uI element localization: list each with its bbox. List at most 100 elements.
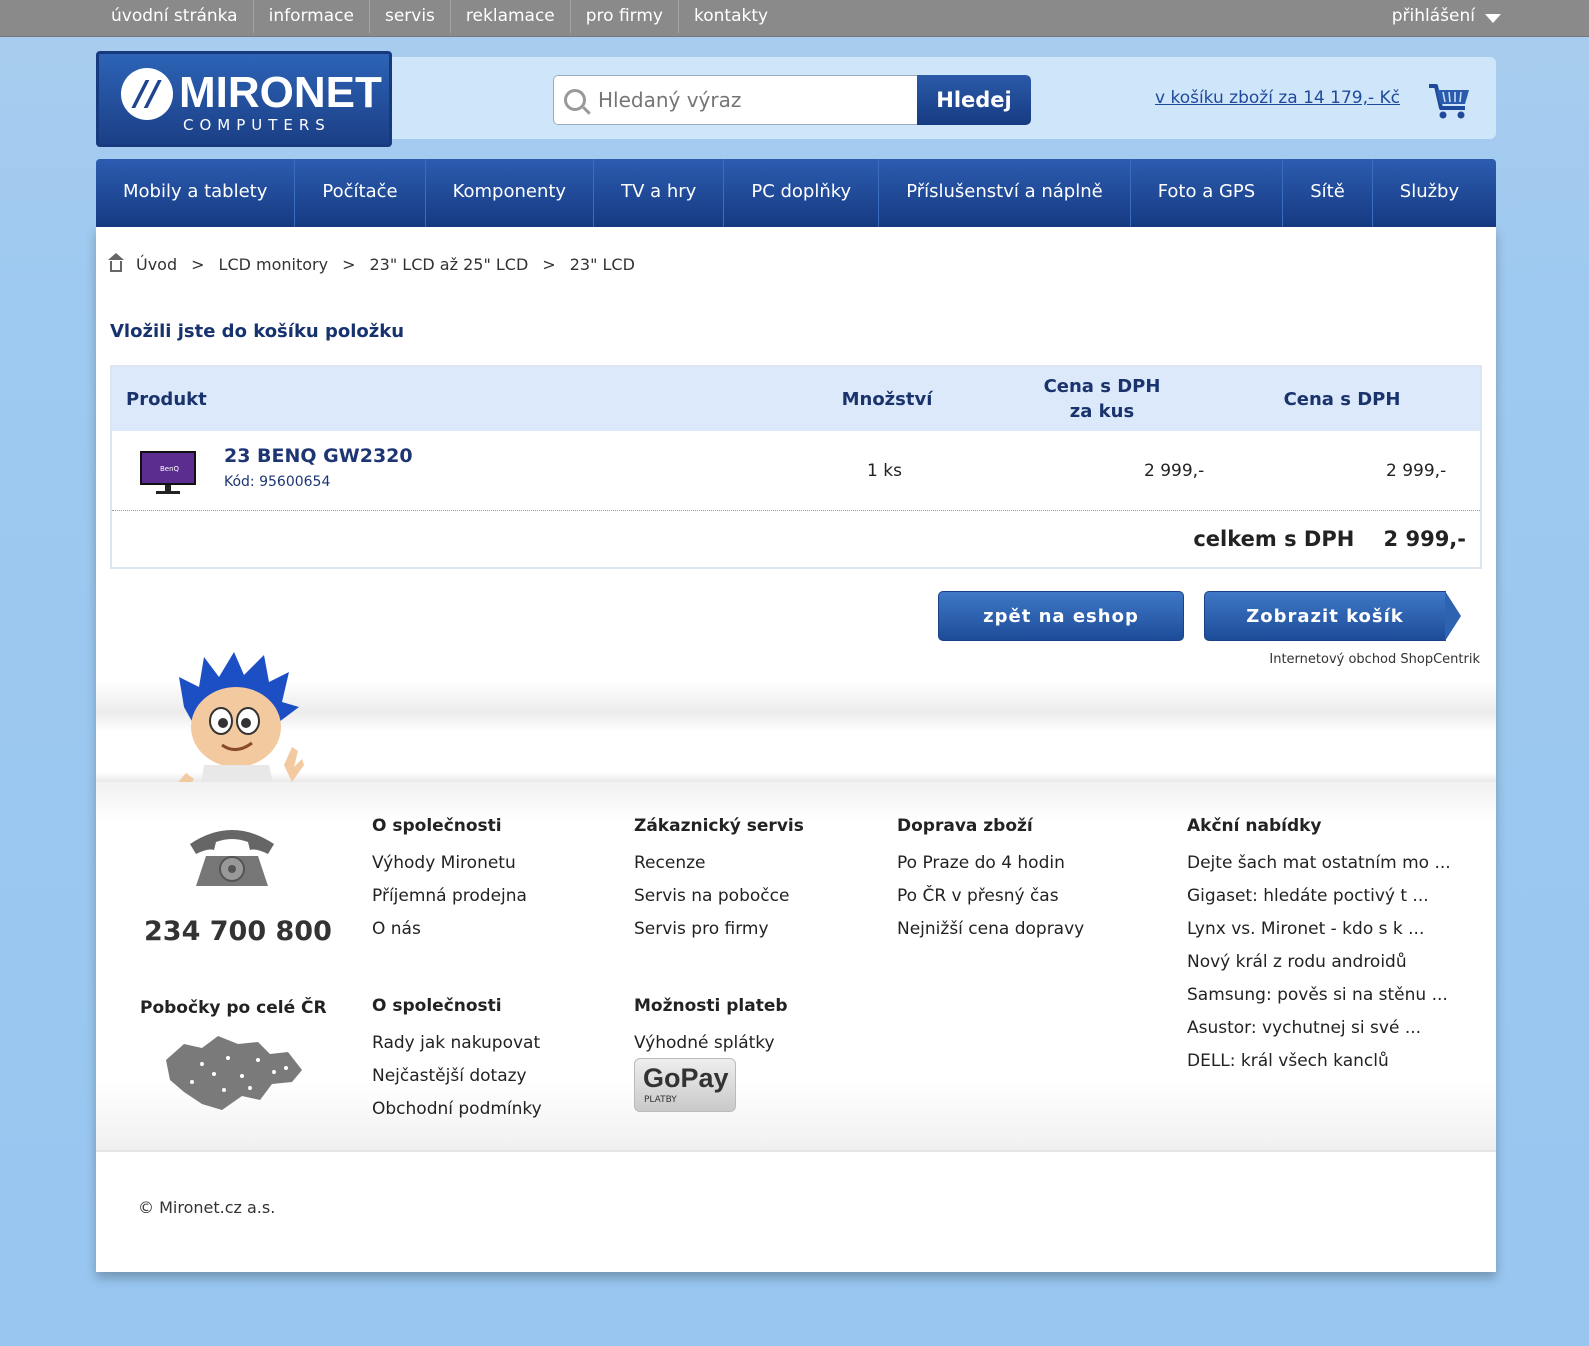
footer-col-offers: Akční nabídky Dejte šach mat ostatním mo… [1187,814,1451,1078]
added-to-cart-title: Vložili jste do košíku položku [110,321,405,342]
footer-col-company-2: O společnosti Rady jak nakupovat Nejčast… [372,994,542,1126]
svg-text:BenQ: BenQ [160,465,180,473]
home-icon[interactable] [108,253,124,272]
topnav-business-link[interactable]: pro firmy [569,0,678,33]
footer-col-title: O společnosti [372,816,502,836]
breadcrumb-lcd-monitors[interactable]: LCD monitory [219,255,329,274]
back-to-eshop-button[interactable]: zpět na eshop [938,591,1184,641]
nav-computers[interactable]: Počítače [295,159,426,227]
footer-link[interactable]: DELL: král všech kanclů [1187,1045,1451,1078]
footer-link[interactable]: Příjemná prodejna [372,880,527,913]
footer-col-title: Akční nabídky [1187,816,1322,836]
breadcrumb-separator: > [542,255,556,274]
footer-link[interactable]: Gigaset: hledáte poctivý t ... [1187,880,1451,913]
cart-table: Produkt Množství Cena s DPH za kus Cena … [110,365,1482,569]
footer-link[interactable]: Dejte šach mat ostatním mo ... [1187,847,1451,880]
topnav-claims-link[interactable]: reklamace [449,0,570,33]
footer-link[interactable]: Výhodné splátky [634,1027,788,1060]
header-unit-price-line2: za kus [1069,401,1135,422]
chevron-down-icon [1485,13,1501,23]
logo-subtitle: COMPUTERS [183,116,331,134]
topnav-info-link[interactable]: informace [252,0,369,33]
breadcrumb-separator: > [191,255,205,274]
footer-link[interactable]: Lynx vs. Mironet - kdo s k ... [1187,913,1451,946]
footer-link[interactable]: O nás [372,913,527,946]
search-box [553,75,917,125]
nav-networks[interactable]: Sítě [1283,159,1373,227]
nav-mobiles[interactable]: Mobily a tablety [96,159,296,227]
footer-col-payments: Možnosti plateb Výhodné splátky [634,994,788,1060]
mascot-icon [174,652,304,797]
logo-name: MIRONET [179,68,382,117]
header-unit-price-line1: Cena s DPH [1043,376,1161,397]
footer-link[interactable]: Servis pro firmy [634,913,804,946]
product-unit-price: 2 999,- [1144,461,1205,481]
shop-platform-note: Internetový obchod ShopCentrik [1269,652,1480,667]
nav-tv-games[interactable]: TV a hry [594,159,725,227]
footer-link[interactable]: Po ČR v přesný čas [897,880,1084,913]
breadcrumb-23-lcd[interactable]: 23" LCD [570,255,635,274]
nav-accessories-refills[interactable]: Příslušenství a náplně [879,159,1131,227]
show-cart-arrow[interactable] [1445,591,1461,641]
footer-link[interactable]: Výhody Mironetu [372,847,527,880]
shopping-cart-icon[interactable] [1427,82,1471,120]
footer-link[interactable]: Nejčastější dotazy [372,1060,542,1093]
footer-col-company: O společnosti Výhody Mironetu Příjemná p… [372,814,527,946]
nav-services[interactable]: Služby [1373,159,1486,227]
footer-link[interactable]: Asustor: vychutnej si své ... [1187,1012,1451,1045]
search-button[interactable]: Hledej [917,75,1031,125]
footer-link[interactable]: Obchodní podmínky [372,1093,542,1126]
logo-mark-icon: // [121,68,173,120]
copyright-band: © Mironet.cz a.s. [96,1150,1496,1272]
nav-components[interactable]: Komponenty [426,159,595,227]
main-nav: Mobily a tablety Počítače Komponenty TV … [96,159,1496,227]
nav-pc-accessories[interactable]: PC doplňky [724,159,880,227]
table-row: BenQ 23 BENQ GW2320 Kód: 95600654 1 ks 2… [112,431,1480,511]
czech-map-icon[interactable] [162,1030,306,1114]
footer-link[interactable]: Nový král z rodu androidů [1187,946,1451,979]
footer-link[interactable]: Rady jak nakupovat [372,1027,542,1060]
footer-col-title: Možnosti plateb [634,996,788,1016]
search-input[interactable] [598,88,898,112]
topnav-contacts-link[interactable]: kontakty [678,0,783,33]
footer-col-title: Doprava zboží [897,816,1033,836]
footer-col-title: Zákaznický servis [634,816,804,836]
main-content: Úvod > LCD monitory > 23" LCD až 25" LCD… [96,227,1496,1272]
breadcrumb: Úvod > LCD monitory > 23" LCD až 25" LCD… [108,253,635,274]
top-nav: úvodní stránka informace servis reklamac… [96,0,783,33]
copyright: © Mironet.cz a.s. [138,1198,276,1217]
footer-link[interactable]: Servis na pobočce [634,880,804,913]
phone-number: 234 700 800 [144,916,332,947]
telephone-icon [190,830,274,886]
footer-link[interactable]: Po Praze do 4 hodin [897,847,1084,880]
topnav-home-link[interactable]: úvodní stránka [96,0,253,33]
product-price: 2 999,- [1386,461,1447,481]
footer-link[interactable]: Samsung: pověs si na stěnu ... [1187,979,1451,1012]
footer-col-delivery: Doprava zboží Po Praze do 4 hodin Po ČR … [897,814,1084,946]
top-bar: úvodní stránka informace servis reklamac… [0,0,1589,37]
nav-photo-gps[interactable]: Foto a GPS [1131,159,1284,227]
header-price: Cena s DPH [1283,389,1401,410]
footer-col-customer-service: Zákaznický servis Recenze Servis na pobo… [634,814,804,946]
site-logo[interactable]: // MIRONET COMPUTERS [96,51,392,147]
footer: 234 700 800 Pobočky po celé ČR O společn… [96,782,1496,1150]
product-code: Kód: 95600654 [224,474,331,490]
footer-link[interactable]: Recenze [634,847,804,880]
table-header: Produkt Množství Cena s DPH za kus Cena … [112,367,1480,431]
login-dropdown[interactable]: přihlášení [1392,0,1501,33]
search-form: Hledej [553,75,1031,125]
product-name-link[interactable]: 23 BENQ GW2320 [224,445,413,467]
show-cart-button[interactable]: Zobrazit košík [1204,591,1446,641]
topnav-service-link[interactable]: servis [368,0,450,33]
total-label: celkem s DPH [1193,527,1355,551]
gopay-sub: PLATBY [644,1095,677,1105]
branches-title[interactable]: Pobočky po celé ČR [140,998,327,1018]
product-thumbnail[interactable]: BenQ [138,449,198,497]
gopay-logo[interactable]: GoPay PLATBY [634,1058,736,1112]
cart-summary-link[interactable]: v košíku zboží za 14 179,- Kč [1155,88,1400,108]
footer-link[interactable]: Nejnižší cena dopravy [897,913,1084,946]
breadcrumb-home[interactable]: Úvod [136,255,177,274]
gopay-name: GoPay [643,1063,729,1093]
total-value: 2 999,- [1383,527,1466,551]
breadcrumb-23-25-lcd[interactable]: 23" LCD až 25" LCD [370,255,529,274]
